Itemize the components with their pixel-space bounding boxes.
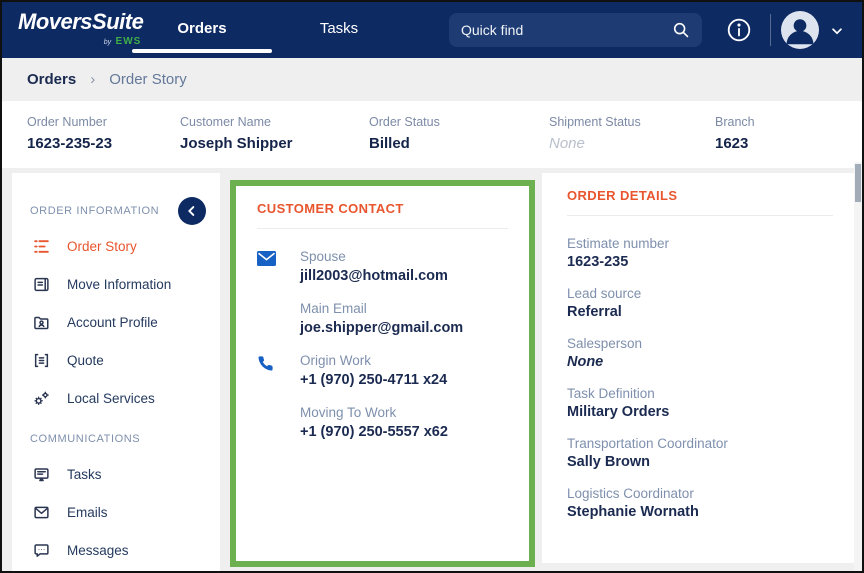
tab-tasks[interactable]: Tasks: [269, 2, 409, 58]
summary-order-number: Order Number 1623-235-23: [27, 115, 113, 152]
sidebar-item-label: Quote: [67, 352, 104, 368]
sidebar-item-label: Messages: [67, 542, 129, 558]
sidebar-item-account-profile[interactable]: Account Profile: [12, 303, 220, 341]
phone-icon: [257, 353, 279, 388]
sidebar-item-local-services[interactable]: Local Services: [12, 379, 220, 417]
detail-estimate-number: Estimate number 1623-235: [567, 236, 670, 270]
contact-value[interactable]: joe.shipper@gmail.com: [300, 320, 463, 336]
contact-label: Origin Work: [300, 353, 372, 368]
contact-label: Main Email: [300, 301, 367, 316]
contact-label: Moving To Work: [300, 405, 397, 420]
summary-shipment-status: Shipment Status None: [549, 115, 641, 152]
contact-entry-spouse: Spouse jill2003@hotmail.com: [257, 249, 508, 284]
sidebar-item-label: Local Services: [67, 390, 155, 406]
sidebar-item-label: Emails: [67, 504, 108, 520]
contact-value[interactable]: +1 (970) 250-5557 x62: [300, 424, 448, 440]
contact-entry-main-email: Main Email joe.shipper@gmail.com: [257, 301, 508, 336]
nav-divider: [770, 14, 771, 46]
sidebar-item-label: Order Story: [67, 238, 137, 254]
account-profile-icon: [31, 312, 51, 332]
summary-customer-name: Customer Name Joseph Shipper: [180, 115, 293, 152]
content-area: ORDER INFORMATION Order Story Move Infor…: [2, 162, 862, 571]
sidebar-collapse-button[interactable]: [178, 197, 206, 225]
breadcrumb-separator: ›: [90, 71, 96, 88]
search-input[interactable]: [461, 22, 672, 38]
search-icon[interactable]: [672, 21, 690, 39]
detail-lead-source: Lead source Referral: [567, 286, 642, 320]
quote-icon: [31, 350, 51, 370]
sidebar-item-emails[interactable]: Emails: [12, 493, 220, 531]
contact-value[interactable]: +1 (970) 250-4711 x24: [300, 372, 447, 388]
sidebar-item-label: Tasks: [67, 466, 102, 482]
move-information-icon: [31, 274, 51, 294]
vertical-scrollbar[interactable]: [854, 162, 862, 571]
sidebar-item-label: Move Information: [67, 276, 172, 292]
customer-contact-panel: CUSTOMER CONTACT Spouse jill2003@hotmail…: [230, 180, 535, 567]
sidebar-item-tasks[interactable]: Tasks: [12, 455, 220, 493]
contact-label: Spouse: [300, 249, 346, 264]
sidebar-item-label: Account Profile: [67, 314, 158, 330]
logo-by: by: [103, 39, 112, 46]
sidebar-item-messages[interactable]: Messages: [12, 531, 220, 569]
customer-contact-title: CUSTOMER CONTACT: [257, 201, 508, 229]
order-story-icon: [31, 236, 51, 256]
breadcrumb-orders[interactable]: Orders: [27, 71, 76, 88]
detail-salesperson: Salesperson None: [567, 336, 643, 370]
order-details-title: ORDER DETAILS: [567, 188, 833, 216]
info-icon[interactable]: [726, 17, 752, 43]
tasks-icon: [31, 464, 51, 484]
order-summary-bar: Order Number 1623-235-23 Customer Name J…: [2, 101, 862, 168]
order-details-panel: ORDER DETAILS Estimate number 1623-235 L…: [542, 173, 858, 563]
sidebar-item-move-information[interactable]: Move Information: [12, 265, 220, 303]
top-nav: MoversSuite by EWS Orders Tasks: [2, 2, 862, 58]
summary-branch: Branch 1623: [715, 115, 755, 152]
detail-logistics-coordinator: Logistics Coordinator Stephanie Wornath: [567, 486, 699, 520]
emails-icon: [31, 502, 51, 522]
sidebar-item-order-story[interactable]: Order Story: [12, 227, 220, 265]
sidebar-item-quote[interactable]: Quote: [12, 341, 220, 379]
contact-entry-origin-work: Origin Work +1 (970) 250-4711 x24: [257, 353, 508, 388]
contact-entry-moving-to-work: Moving To Work +1 (970) 250-5557 x62: [257, 405, 508, 440]
sidebar: ORDER INFORMATION Order Story Move Infor…: [12, 173, 220, 571]
app-window: MoversSuite by EWS Orders Tasks Quick fi…: [0, 0, 864, 573]
detail-transportation-coordinator: Transportation Coordinator Sally Brown: [567, 436, 728, 470]
user-avatar[interactable]: [781, 11, 819, 49]
quick-find-search[interactable]: [449, 13, 702, 47]
email-icon: [257, 249, 279, 284]
breadcrumb: Orders › Order Story: [2, 58, 862, 101]
local-services-icon: [31, 388, 51, 408]
summary-order-status: Order Status Billed: [369, 115, 440, 152]
tab-orders[interactable]: Orders: [132, 2, 272, 58]
contact-value[interactable]: jill2003@hotmail.com: [300, 268, 448, 284]
chevron-down-icon[interactable]: [830, 24, 844, 38]
detail-task-definition: Task Definition Military Orders: [567, 386, 670, 420]
app-logo[interactable]: MoversSuite by EWS: [18, 9, 144, 49]
scrollbar-thumb[interactable]: [855, 164, 861, 202]
breadcrumb-order-story: Order Story: [109, 71, 187, 88]
sidebar-section-communications: COMMUNICATIONS: [30, 433, 141, 445]
messages-icon: [31, 540, 51, 560]
